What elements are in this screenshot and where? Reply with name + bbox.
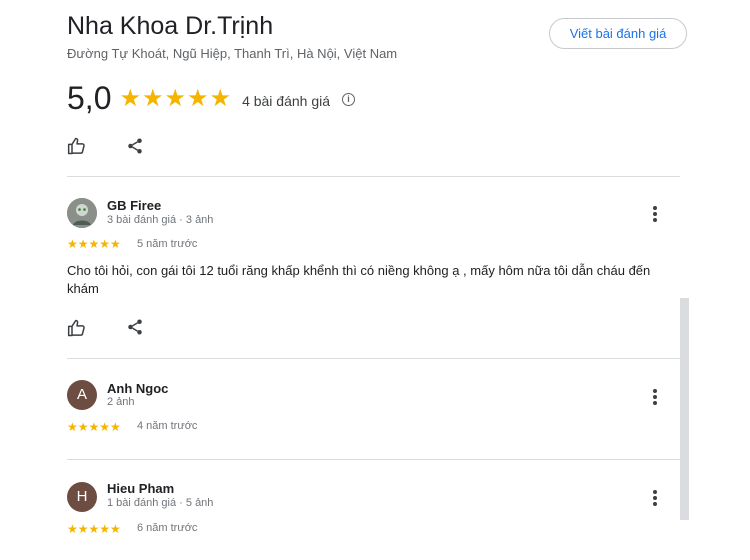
place-address: Đường Tự Khoát, Ngũ Hiệp, Thanh Trì, Hà … [67,46,398,61]
scrollbar[interactable] [680,298,689,520]
review-count[interactable]: 4 bài đánh giá [242,93,330,109]
rating-stars: ★★★★★ [119,84,233,112]
review-menu-button[interactable] [652,490,658,508]
divider [67,176,680,177]
review-time: 6 năm trước [137,522,198,534]
avatar[interactable]: A [67,380,97,410]
place-share-button[interactable] [126,137,144,160]
divider [67,459,680,460]
avatar[interactable] [67,198,97,228]
more-vertical-icon [652,206,658,222]
review-stars: ★★★★★ [67,522,121,536]
review-text: Cho tôi hỏi, con gái tôi 12 tuổi răng kh… [67,263,651,296]
review-stars: ★★★★★ [67,420,121,434]
info-icon[interactable]: i [342,92,356,106]
place-title: Nha Khoa Dr.Trịnh [67,12,274,40]
review-time: 4 năm trước [137,420,198,432]
review-share-button[interactable] [126,318,144,341]
avatar-letter: H [76,488,88,505]
review-time: 5 năm trước [137,238,198,250]
reviewer-name[interactable]: Anh Ngoc [107,381,168,396]
rating-summary: 5,0 ★★★★★ 4 bài đánh giá i [67,79,356,116]
place-like-button[interactable] [67,136,87,161]
more-vertical-icon [652,389,658,405]
review-menu-button[interactable] [652,389,658,407]
avatar-letter: A [76,386,87,403]
thumbs-up-icon [67,319,85,337]
share-icon [128,138,142,154]
write-review-button[interactable]: Viết bài đánh giá [549,18,687,49]
review-like-button[interactable] [67,318,87,343]
share-icon [128,319,142,335]
avatar-photo [67,198,97,228]
more-vertical-icon [652,490,658,506]
avatar[interactable]: H [67,482,97,512]
reviewer-meta: 3 bài đánh giá · 3 ảnh [107,214,214,226]
reviewer-name[interactable]: Hieu Pham [107,481,174,496]
review-stars: ★★★★★ [67,237,121,251]
divider [67,358,680,359]
reviewer-name[interactable]: GB Firee [107,198,161,213]
reviewer-meta: 2 ảnh [107,396,135,408]
reviewer-meta: 1 bài đánh giá · 5 ảnh [107,497,214,509]
rating-value: 5,0 [67,79,112,116]
review-menu-button[interactable] [652,206,658,224]
thumbs-up-icon [67,137,85,155]
